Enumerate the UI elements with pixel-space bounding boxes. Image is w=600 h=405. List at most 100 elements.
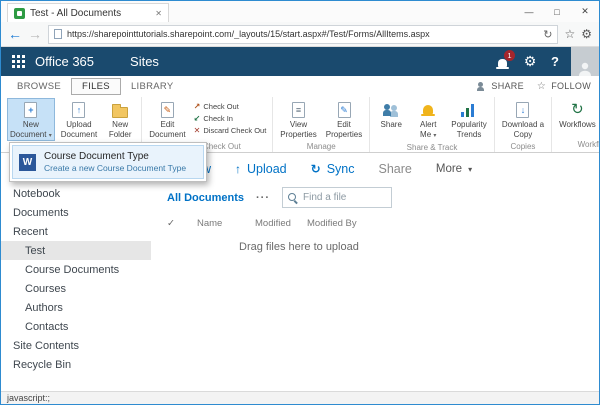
tab-files[interactable]: FILES [71, 77, 121, 95]
tab-title: Test - All Documents [30, 7, 122, 19]
checkout-stack: ↗ Check Out ↙ Check In ✕ Discard Check O… [192, 98, 269, 135]
sidebar-nav: Home Notebook Documents Recent Test Cour… [1, 165, 151, 374]
new-document-icon: + [24, 102, 38, 118]
sites-link[interactable]: Sites [130, 54, 159, 69]
search-input[interactable] [303, 192, 387, 203]
views-more-button[interactable]: ··· [256, 192, 270, 204]
ribbon-share-button[interactable]: Share [374, 98, 408, 131]
view-all-documents[interactable]: All Documents [167, 192, 244, 204]
help-button[interactable]: ? [543, 47, 567, 76]
download-copy-button[interactable]: ↓ Download a Copy [499, 98, 547, 140]
column-header-modified[interactable]: Modified [255, 218, 307, 229]
tab-library[interactable]: LIBRARY [121, 78, 184, 95]
workflows-button[interactable]: ↻ Workflows [556, 98, 599, 131]
new-document-dropdown: W Course Document Type Create a new Cour… [9, 142, 207, 183]
window-close-button[interactable]: ✕ [571, 1, 599, 22]
check-in-button[interactable]: ↙ Check In [194, 114, 267, 123]
sidebar-item-notebook[interactable]: Notebook [13, 184, 151, 203]
ribbon-group-share-track: Share Alert Me ▾ Popularity Trends Share… [370, 97, 495, 152]
caret-down-icon: ▾ [468, 164, 473, 174]
discard-check-out-icon: ✕ [193, 126, 201, 135]
edit-document-button[interactable]: ✎ Edit Document [146, 98, 188, 140]
sync-icon: ↻ [310, 162, 321, 176]
notifications-bell-icon[interactable]: 1 [487, 47, 517, 76]
search-icon [288, 192, 298, 203]
drag-files-empty-message: Drag files here to upload [239, 241, 359, 253]
menu-item-text: Course Document Type Create a new Course… [44, 150, 186, 174]
edit-document-icon: ✎ [160, 102, 174, 118]
word-document-icon: W [19, 153, 36, 171]
discard-check-out-button[interactable]: ✕ Discard Check Out [194, 126, 267, 135]
ribbon-group-workflows: ↻ Workflows ↑ Publish Workflows [552, 97, 599, 152]
suite-bar-right: 1 ⚙ ? [487, 47, 599, 76]
check-in-icon: ↙ [193, 114, 201, 123]
dropdown-caret-icon: ▾ [48, 132, 52, 139]
window-maximize-button[interactable]: □ [543, 1, 571, 22]
ribbon-group-copies: ↓ Download a Copy Copies [495, 97, 553, 152]
share-document-button[interactable]: Share [379, 162, 412, 176]
select-all-check-icon[interactable]: ✓ [167, 218, 197, 229]
tab-browse[interactable]: BROWSE [7, 78, 71, 95]
app-launcher-icon[interactable] [1, 47, 35, 76]
find-file-searchbox[interactable] [282, 187, 393, 208]
check-out-icon: ↗ [193, 102, 201, 111]
check-out-button[interactable]: ↗ Check Out [194, 102, 267, 111]
sidebar-item-recycle-bin[interactable]: Recycle Bin [13, 355, 151, 374]
view-selector-row: All Documents ··· [167, 187, 599, 208]
notification-badge: 1 [504, 50, 515, 61]
site-favicon-icon [14, 7, 25, 19]
browser-status-bar: javascript:; [1, 391, 599, 404]
sidebar-item-course-documents[interactable]: Course Documents [13, 260, 151, 279]
follow-button[interactable]: FOLLOW [551, 81, 591, 91]
sidebar-item-recent[interactable]: Recent [13, 222, 151, 241]
address-input[interactable]: https://sharepointtutorials.sharepoint.c… [48, 24, 559, 44]
quick-launch-sidebar: Home Notebook Documents Recent Test Cour… [1, 153, 151, 391]
ribbon-group-label: Share & Track [406, 142, 458, 152]
share-button[interactable]: SHARE [491, 81, 524, 91]
view-properties-button[interactable]: ≡ View Properties [277, 98, 319, 140]
suite-bar: Office 365 Sites 1 ⚙ ? [1, 47, 599, 76]
upload-document-button[interactable]: ↑ Upload Document [58, 98, 100, 140]
column-header-modified-by[interactable]: Modified By [307, 218, 377, 229]
sidebar-item-authors[interactable]: Authors [13, 298, 151, 317]
new-document-button[interactable]: + New Document ▾ [7, 98, 55, 141]
document-library-main: + New ↑ Upload ↻ Sync Share More ▾ [151, 153, 599, 391]
browser-tools-gear-icon[interactable]: ⚙ [581, 27, 592, 41]
window-minimize-button[interactable]: — [515, 1, 543, 22]
ribbon-group-label: Manage [306, 142, 336, 152]
menu-item-subtitle: Create a new Course Document Type [44, 163, 187, 173]
ribbon-group-label: Copies [510, 142, 536, 152]
column-header-name[interactable]: Name [197, 218, 255, 229]
favorites-star-icon[interactable]: ☆ [564, 27, 575, 41]
tab-close-icon[interactable]: ✕ [152, 9, 162, 18]
sync-button[interactable]: ↻ Sync [311, 162, 355, 176]
back-button[interactable]: ← [8, 27, 22, 41]
browser-tab[interactable]: Test - All Documents ✕ [7, 3, 169, 22]
sidebar-item-contacts[interactable]: Contacts [13, 317, 151, 336]
edit-properties-icon: ✎ [337, 102, 351, 118]
view-properties-icon: ≡ [292, 102, 306, 118]
dropdown-caret-icon: ▾ [433, 132, 437, 139]
browser-titlebar: Test - All Documents ✕ — □ ✕ [1, 1, 599, 22]
office365-brand-link[interactable]: Office 365 [35, 54, 94, 69]
refresh-icon[interactable]: ↻ [543, 28, 552, 41]
page-icon [54, 29, 62, 39]
ribbon-tabs-right: SHARE ☆ FOLLOW [476, 81, 599, 92]
share-people-icon [476, 81, 486, 91]
avatar[interactable] [571, 47, 599, 76]
course-document-type-menu-item[interactable]: W Course Document Type Create a new Cour… [12, 145, 204, 180]
forward-button[interactable]: → [28, 27, 42, 41]
page-body: Home Notebook Documents Recent Test Cour… [1, 153, 599, 391]
more-menu-button[interactable]: More ▾ [436, 163, 472, 175]
sidebar-item-courses[interactable]: Courses [13, 279, 151, 298]
alert-me-button[interactable]: Alert Me ▾ [411, 98, 445, 141]
edit-properties-button[interactable]: ✎ Edit Properties [323, 98, 365, 140]
new-folder-button[interactable]: New Folder [103, 98, 137, 140]
popularity-trends-button[interactable]: Popularity Trends [448, 98, 490, 140]
url-text: https://sharepointtutorials.sharepoint.c… [67, 29, 430, 39]
settings-gear-icon[interactable]: ⚙ [517, 47, 543, 76]
sidebar-item-documents[interactable]: Documents [13, 203, 151, 222]
sidebar-item-test[interactable]: Test [1, 241, 151, 260]
sidebar-item-site-contents[interactable]: Site Contents [13, 336, 151, 355]
upload-button[interactable]: ↑ Upload [235, 162, 287, 176]
